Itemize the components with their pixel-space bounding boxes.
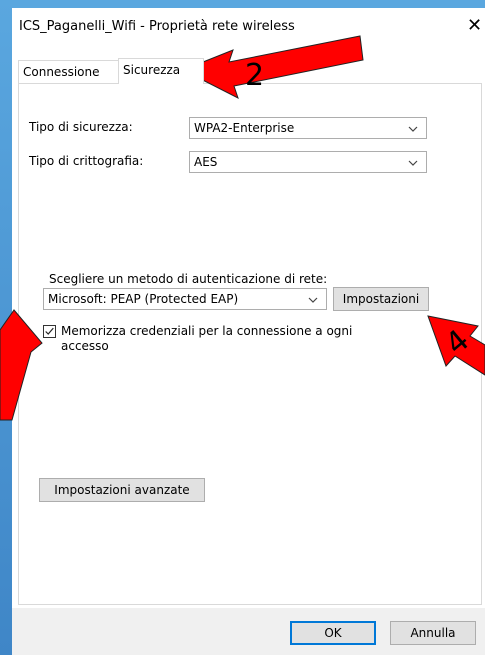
annotation-overlay bbox=[0, 35, 485, 421]
annotation-arrow-left bbox=[0, 309, 43, 421]
tab-sicurezza[interactable]: Sicurezza bbox=[118, 58, 204, 84]
annotation-arrow-2 bbox=[181, 35, 364, 99]
annotation-step-2: 2 bbox=[245, 58, 265, 93]
tab-label: Sicurezza bbox=[123, 63, 181, 77]
